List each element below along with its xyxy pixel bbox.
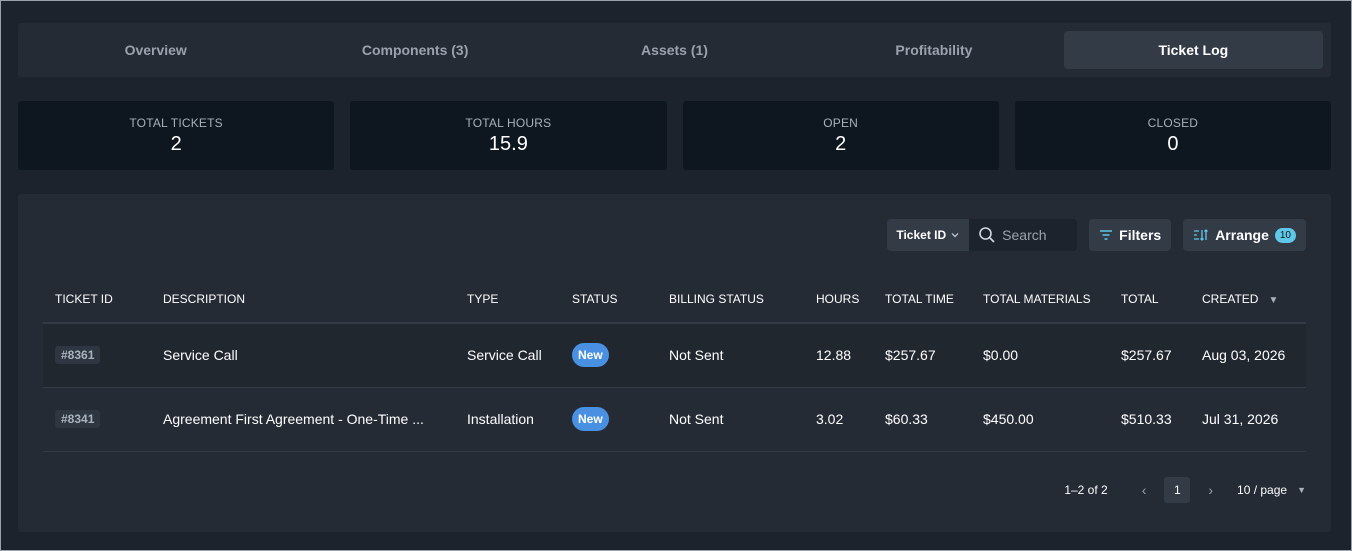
created-date: Jul 31, 2026 <box>1190 387 1306 452</box>
chevron-down-icon <box>951 233 959 238</box>
stat-label: TOTAL HOURS <box>465 115 552 130</box>
chevron-left-icon[interactable]: ‹ <box>1142 482 1147 498</box>
total-time: $257.67 <box>873 323 971 388</box>
search-icon <box>979 227 995 243</box>
tab-ticket-log[interactable]: Ticket Log <box>1063 31 1324 69</box>
search-field-label: Ticket ID <box>896 228 947 242</box>
stat-closed: CLOSED 0 <box>1014 101 1331 170</box>
search-field-select[interactable]: Ticket ID <box>887 219 970 251</box>
column-header[interactable]: TOTAL MATERIALS <box>971 276 1109 324</box>
total-materials: $450.00 <box>971 387 1109 452</box>
ticket-description: Agreement First Agreement - One-Time ... <box>163 411 424 427</box>
table-header-row: TICKET ID DESCRIPTION TYPE STATUS BILLIN… <box>43 276 1306 324</box>
ticket-description: Service Call <box>163 347 238 364</box>
table-toolbar: Ticket ID Filters Arrange 10 <box>887 219 1306 251</box>
filter-icon <box>1100 230 1113 240</box>
search-input[interactable] <box>1002 227 1075 243</box>
status-badge: New <box>572 407 609 431</box>
arrange-icon <box>1194 229 1209 241</box>
arrange-count-badge: 10 <box>1274 227 1296 243</box>
hours: 12.88 <box>804 323 873 388</box>
arrange-button[interactable]: Arrange 10 <box>1183 219 1306 251</box>
status-badge: New <box>572 343 609 368</box>
column-header[interactable]: TYPE <box>455 276 560 324</box>
pagination: 1–2 of 2 ‹ 1 › 10 / page ▼ <box>1064 477 1306 503</box>
caret-down-icon: ▼ <box>1297 485 1306 495</box>
column-header[interactable]: STATUS <box>560 276 657 324</box>
filters-button[interactable]: Filters <box>1089 219 1172 251</box>
column-header-label: CREATED <box>1202 292 1259 306</box>
billing-status: Not Sent <box>657 323 804 388</box>
stat-value: 2 <box>835 132 847 155</box>
column-header[interactable]: TICKET ID <box>43 276 151 324</box>
column-header[interactable]: BILLING STATUS <box>657 276 804 324</box>
column-header[interactable]: HOURS <box>804 276 873 324</box>
column-header[interactable]: TOTAL <box>1109 276 1190 324</box>
ticket-type: Installation <box>455 387 560 452</box>
tab-overview[interactable]: Overview <box>26 31 285 69</box>
billing-status: Not Sent <box>657 387 804 452</box>
tab-bar: Overview Components (3) Assets (1) Profi… <box>18 23 1331 77</box>
column-header[interactable]: TOTAL TIME <box>873 276 971 324</box>
ticket-type: Service Call <box>455 323 560 388</box>
arrange-label: Arrange <box>1215 227 1269 243</box>
total: $510.33 <box>1109 387 1190 452</box>
chevron-right-icon[interactable]: › <box>1208 482 1213 498</box>
sort-desc-icon[interactable]: ▼ <box>1268 295 1278 306</box>
created-date: Aug 03, 2026 <box>1190 323 1306 388</box>
table-row[interactable]: #8361 Service Call Service Call New Not … <box>43 323 1306 388</box>
tab-components[interactable]: Components (3) <box>285 31 544 69</box>
total: $257.67 <box>1109 323 1190 388</box>
total-time: $60.33 <box>873 387 971 452</box>
table-row[interactable]: #8341 Agreement First Agreement - One-Ti… <box>43 387 1306 452</box>
search-group: Ticket ID <box>887 219 1078 251</box>
stat-value: 0 <box>1167 132 1179 155</box>
page-number-button[interactable]: 1 <box>1164 477 1191 503</box>
tab-assets[interactable]: Assets (1) <box>545 31 804 69</box>
hours: 3.02 <box>804 387 873 452</box>
page-size-select[interactable]: 10 / page ▼ <box>1237 483 1306 497</box>
total-materials: $0.00 <box>971 323 1109 388</box>
stats-row: TOTAL TICKETS 2 TOTAL HOURS 15.9 OPEN 2 … <box>18 101 1331 170</box>
stat-open: OPEN 2 <box>682 101 999 170</box>
stat-total-tickets: TOTAL TICKETS 2 <box>18 101 335 170</box>
stat-value: 15.9 <box>488 132 528 155</box>
tab-profitability[interactable]: Profitability <box>804 31 1063 69</box>
pagination-range: 1–2 of 2 <box>1064 483 1108 497</box>
stat-label: TOTAL TICKETS <box>129 115 223 130</box>
ticket-table: TICKET ID DESCRIPTION TYPE STATUS BILLIN… <box>43 276 1306 452</box>
stat-label: OPEN <box>823 115 859 130</box>
search-box <box>969 219 1078 251</box>
column-header[interactable]: DESCRIPTION <box>151 276 455 324</box>
stat-value: 2 <box>170 132 182 155</box>
column-header-created[interactable]: CREATED ▼ <box>1190 276 1306 324</box>
stat-label: CLOSED <box>1147 115 1199 130</box>
ticket-log-panel: Ticket ID Filters Arrange 10 TICKET ID <box>18 194 1331 532</box>
ticket-id-chip[interactable]: #8361 <box>55 346 101 365</box>
page-size-label: 10 / page <box>1237 483 1288 497</box>
stat-total-hours: TOTAL HOURS 15.9 <box>350 101 667 170</box>
ticket-id-chip[interactable]: #8341 <box>55 410 101 428</box>
filters-label: Filters <box>1119 227 1162 243</box>
